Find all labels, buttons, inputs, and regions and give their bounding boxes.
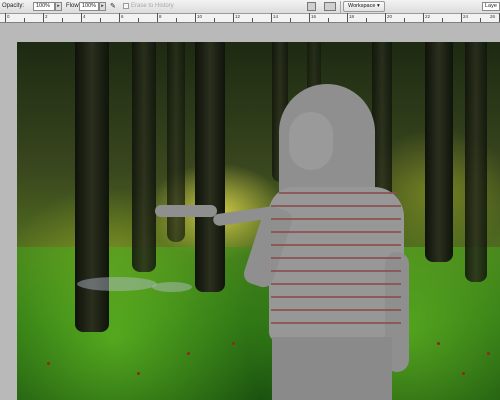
ruler-tick bbox=[24, 18, 25, 22]
ruler-label: 14 bbox=[273, 14, 279, 19]
layers-search-field[interactable]: Laye bbox=[482, 2, 500, 11]
ruler-label: 0 bbox=[7, 14, 10, 19]
tree-trunk bbox=[195, 42, 225, 292]
opacity-dropdown-icon[interactable]: ▸ bbox=[55, 2, 62, 11]
ruler-tick bbox=[442, 18, 443, 22]
separator bbox=[340, 1, 341, 13]
water-puddle bbox=[152, 282, 192, 292]
figure-torso bbox=[269, 187, 404, 342]
erase-to-history-checkbox[interactable] bbox=[123, 3, 129, 9]
ruler-tick bbox=[290, 18, 291, 22]
ruler-label: 2 bbox=[45, 14, 48, 19]
shirt-stripe bbox=[271, 322, 401, 324]
shirt-stripe bbox=[271, 257, 401, 259]
ruler-tick bbox=[271, 13, 272, 22]
shirt-stripe bbox=[271, 205, 401, 207]
opacity-field[interactable]: 100% bbox=[33, 2, 55, 11]
workspace-label: Workspace bbox=[348, 3, 376, 9]
airbrush-icon[interactable]: ✎ bbox=[110, 2, 119, 11]
ruler-tick bbox=[461, 13, 462, 22]
ruler-label: 18 bbox=[349, 14, 355, 19]
figure-jeans bbox=[272, 337, 392, 400]
ruler-tick bbox=[328, 18, 329, 22]
ruler-label: 8 bbox=[159, 14, 162, 19]
palette-well-icon[interactable] bbox=[307, 2, 316, 11]
flow-field[interactable]: 100% bbox=[79, 2, 99, 11]
ruler-tick bbox=[43, 13, 44, 22]
ruler-label: 12 bbox=[235, 14, 241, 19]
chevron-down-icon: ▾ bbox=[376, 3, 380, 9]
ruler-tick bbox=[176, 18, 177, 22]
flower bbox=[47, 362, 50, 365]
shirt-stripe bbox=[271, 309, 401, 311]
tree-trunk bbox=[425, 42, 453, 262]
shirt-stripe bbox=[271, 270, 401, 272]
shirt-stripe bbox=[271, 283, 401, 285]
ruler-tick bbox=[214, 18, 215, 22]
flower bbox=[437, 342, 440, 345]
erase-to-history-label: Erase to History bbox=[131, 3, 174, 9]
shirt-stripe bbox=[271, 244, 401, 246]
ruler-tick bbox=[100, 18, 101, 22]
ruler-label: 4 bbox=[83, 14, 86, 19]
shirt-stripe bbox=[271, 231, 401, 233]
ruler-label: 24 bbox=[463, 14, 469, 19]
ruler-tick bbox=[119, 13, 120, 22]
ruler-tick bbox=[62, 18, 63, 22]
ruler-label: 16 bbox=[311, 14, 317, 19]
ruler-tick bbox=[404, 18, 405, 22]
water-puddle bbox=[77, 277, 157, 291]
tree-trunk bbox=[465, 42, 487, 282]
horizontal-ruler[interactable]: 0 2 4 6 8 10 12 14 16 18 20 22 24 26 bbox=[0, 13, 500, 23]
document-canvas[interactable] bbox=[17, 42, 500, 400]
ruler-label: 26 bbox=[490, 14, 496, 19]
ruler-tick bbox=[138, 18, 139, 22]
ruler-tick bbox=[233, 13, 234, 22]
shirt-stripe bbox=[279, 192, 397, 194]
ruler-tick bbox=[5, 13, 6, 22]
flow-dropdown-icon[interactable]: ▸ bbox=[99, 2, 106, 11]
flower bbox=[137, 372, 140, 375]
ruler-label: 20 bbox=[387, 14, 393, 19]
ruler-label: 6 bbox=[121, 14, 124, 19]
figure-face bbox=[289, 112, 333, 170]
shirt-stripe bbox=[271, 218, 401, 220]
ruler-tick bbox=[195, 13, 196, 22]
ruler-tick bbox=[81, 13, 82, 22]
workspace-button[interactable]: Workspace ▾ bbox=[343, 1, 385, 12]
flower bbox=[187, 352, 190, 355]
ruler-tick bbox=[309, 13, 310, 22]
opacity-label: Opacity: bbox=[2, 3, 25, 9]
ruler-tick bbox=[385, 13, 386, 22]
ruler-tick bbox=[252, 18, 253, 22]
flower bbox=[487, 352, 490, 355]
tree-trunk bbox=[132, 42, 156, 272]
flower bbox=[232, 342, 235, 345]
ruler-tick bbox=[480, 18, 481, 22]
flower bbox=[462, 372, 465, 375]
document-icon[interactable] bbox=[324, 2, 336, 11]
ruler-label: 22 bbox=[425, 14, 431, 19]
shirt-stripe bbox=[271, 296, 401, 298]
ruler-tick bbox=[423, 13, 424, 22]
ruler-tick bbox=[347, 13, 348, 22]
options-bar: Opacity: 100% ▸ Flow: 100% ▸ ✎ Erase to … bbox=[0, 0, 500, 14]
figure-hand bbox=[155, 205, 217, 217]
ruler-tick bbox=[157, 13, 158, 22]
ruler-label: 10 bbox=[197, 14, 203, 19]
ruler-tick bbox=[366, 18, 367, 22]
